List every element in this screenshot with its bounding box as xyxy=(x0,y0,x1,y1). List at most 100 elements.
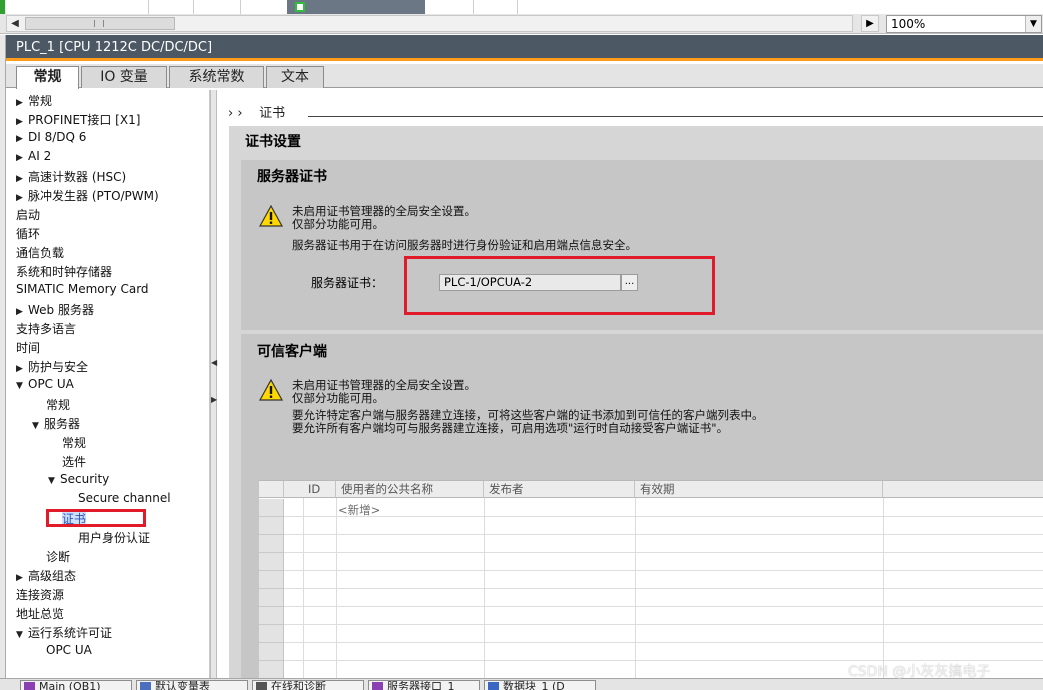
nav-item[interactable]: ▶ 高速计数器 (HSC) xyxy=(16,168,126,185)
row-header[interactable] xyxy=(259,553,284,571)
table-row xyxy=(284,606,1043,607)
table-row xyxy=(284,534,1043,535)
col-header-issuer[interactable]: 发布者 xyxy=(484,481,635,498)
server-warning-line2: 仅部分功能可用。 xyxy=(292,217,384,231)
task-main-ob1[interactable]: Main (OB1) xyxy=(20,680,132,690)
grid-line xyxy=(517,0,518,14)
table-row xyxy=(284,588,1043,589)
collapse-icon[interactable]: ▼ xyxy=(48,476,60,486)
grid-line xyxy=(240,0,241,14)
nav-item[interactable]: 通信负载 xyxy=(16,244,64,261)
col-header-validity[interactable]: 有效期 xyxy=(635,481,883,498)
left-edge-panel xyxy=(0,35,6,690)
expand-icon[interactable]: ▶ xyxy=(16,134,28,144)
scrollbar-thumb[interactable] xyxy=(25,17,175,30)
table-row xyxy=(284,570,1043,571)
row-header[interactable] xyxy=(259,625,284,643)
col-header-subject[interactable]: 使用者的公共名称 xyxy=(336,481,484,498)
task-server-interface[interactable]: 服务器接口_1 xyxy=(368,680,480,690)
collapse-icon[interactable]: ▼ xyxy=(16,381,28,391)
data-block-icon xyxy=(488,682,499,690)
scroll-right-icon[interactable]: ▶ xyxy=(861,15,879,32)
tab-texts[interactable]: 文本 xyxy=(266,66,324,88)
nav-item[interactable]: 诊断 xyxy=(46,548,70,565)
nav-item[interactable]: ▶ 高级组态 xyxy=(16,567,76,584)
expand-icon[interactable]: ▶ xyxy=(16,573,28,583)
tab-system-constants[interactable]: 系统常数 xyxy=(169,66,264,88)
nav-item[interactable]: OPC UA xyxy=(46,643,92,657)
checkbox-col-header xyxy=(284,481,304,498)
row-header[interactable] xyxy=(259,661,284,679)
row-header[interactable] xyxy=(259,517,284,535)
task-data-block[interactable]: 数据块_1 (D xyxy=(484,680,596,690)
horizontal-scrollbar[interactable]: ◀ xyxy=(6,15,853,32)
scroll-left-icon[interactable]: ◀ xyxy=(7,16,23,31)
nav-item[interactable]: ▶ DI 8/DQ 6 xyxy=(16,130,86,144)
nav-item[interactable]: 地址总览 xyxy=(16,605,64,622)
nav-item[interactable]: Secure channel xyxy=(78,491,171,505)
nav-item-label: 支持多语言 xyxy=(16,322,77,336)
task-default-tag-table[interactable]: 默认变量表 xyxy=(136,680,248,690)
nav-item[interactable]: 用户身份认证 xyxy=(78,529,150,546)
tab-general[interactable]: 常规 xyxy=(16,66,79,89)
zoom-select[interactable]: 100% ▼ xyxy=(886,15,1042,33)
chevron-down-icon[interactable]: ▼ xyxy=(1025,16,1041,32)
interface-icon xyxy=(372,682,383,690)
column-divider xyxy=(484,498,485,679)
nav-item[interactable]: 常规 xyxy=(62,434,86,451)
red-highlight-box xyxy=(46,509,146,527)
nav-item[interactable]: ▼ Security xyxy=(48,472,109,486)
row-header[interactable] xyxy=(259,535,284,553)
nav-item[interactable]: SIMATIC Memory Card xyxy=(16,282,149,296)
col-header-id[interactable]: ID xyxy=(303,481,336,498)
nav-item[interactable]: 支持多语言 xyxy=(16,320,76,337)
nav-item[interactable]: 启动 xyxy=(16,206,40,223)
breadcrumb-label: 证书 xyxy=(259,106,286,121)
nav-item[interactable]: ▶ 防护与安全 xyxy=(16,358,88,375)
expand-icon[interactable]: ▶ xyxy=(16,174,28,184)
nav-item-label: 系统和时钟存储器 xyxy=(16,265,113,279)
row-header[interactable] xyxy=(259,499,284,517)
panel-splitter[interactable]: ◀ ▶ xyxy=(210,90,217,678)
editor-canvas xyxy=(6,0,1043,14)
expand-icon[interactable]: ▶ xyxy=(16,364,28,374)
collapse-icon[interactable]: ▼ xyxy=(32,421,44,431)
nav-item[interactable]: ▶ Web 服务器 xyxy=(16,301,94,318)
task-online-diagnostics[interactable]: 在线和诊断 xyxy=(252,680,364,690)
tab-bar: 常规 IO 变量 系统常数 文本 xyxy=(6,64,1043,89)
row-header[interactable] xyxy=(259,607,284,625)
expand-icon[interactable]: ▶ xyxy=(16,117,28,127)
column-divider xyxy=(883,498,884,679)
expand-right-icon[interactable]: ▶ xyxy=(211,395,217,404)
block-icon xyxy=(24,682,35,690)
nav-item[interactable]: 选件 xyxy=(62,453,86,470)
nav-item[interactable]: ▶ PROFINET接口 [X1] xyxy=(16,111,140,128)
row-header[interactable] xyxy=(259,643,284,661)
expand-icon[interactable]: ▶ xyxy=(16,98,28,108)
nav-item[interactable]: 时间 xyxy=(16,339,40,356)
nav-item[interactable]: ▼ 运行系统许可证 xyxy=(16,624,112,641)
tab-io-tags[interactable]: IO 变量 xyxy=(81,66,167,88)
column-divider xyxy=(635,498,636,679)
row-header[interactable] xyxy=(259,571,284,589)
expand-icon[interactable]: ▶ xyxy=(16,153,28,163)
nav-item[interactable]: ▶ 脉冲发生器 (PTO/PWM) xyxy=(16,187,159,204)
collapse-left-icon[interactable]: ◀ xyxy=(211,358,217,367)
nav-item[interactable]: ▼ OPC UA xyxy=(16,377,74,391)
nav-item[interactable]: 系统和时钟存储器 xyxy=(16,263,112,280)
nav-item-label: 常规 xyxy=(28,94,53,108)
expand-icon[interactable]: ▶ xyxy=(16,193,28,203)
add-new-row[interactable]: <新增> xyxy=(338,502,380,518)
nav-item[interactable]: ▶ AI 2 xyxy=(16,149,51,163)
nav-item-label: 高速计数器 (HSC) xyxy=(28,170,127,184)
expand-icon[interactable]: ▶ xyxy=(16,307,28,317)
row-header[interactable] xyxy=(259,589,284,607)
network-block[interactable] xyxy=(287,0,425,14)
nav-item[interactable]: 连接资源 xyxy=(16,586,64,603)
nav-item[interactable]: 常规 xyxy=(46,396,70,413)
nav-item[interactable]: ▶ 常规 xyxy=(16,92,52,109)
nav-item-label: SIMATIC Memory Card xyxy=(16,282,149,296)
collapse-icon[interactable]: ▼ xyxy=(16,630,28,640)
nav-item[interactable]: ▼ 服务器 xyxy=(32,415,80,432)
nav-item[interactable]: 循环 xyxy=(16,225,40,242)
